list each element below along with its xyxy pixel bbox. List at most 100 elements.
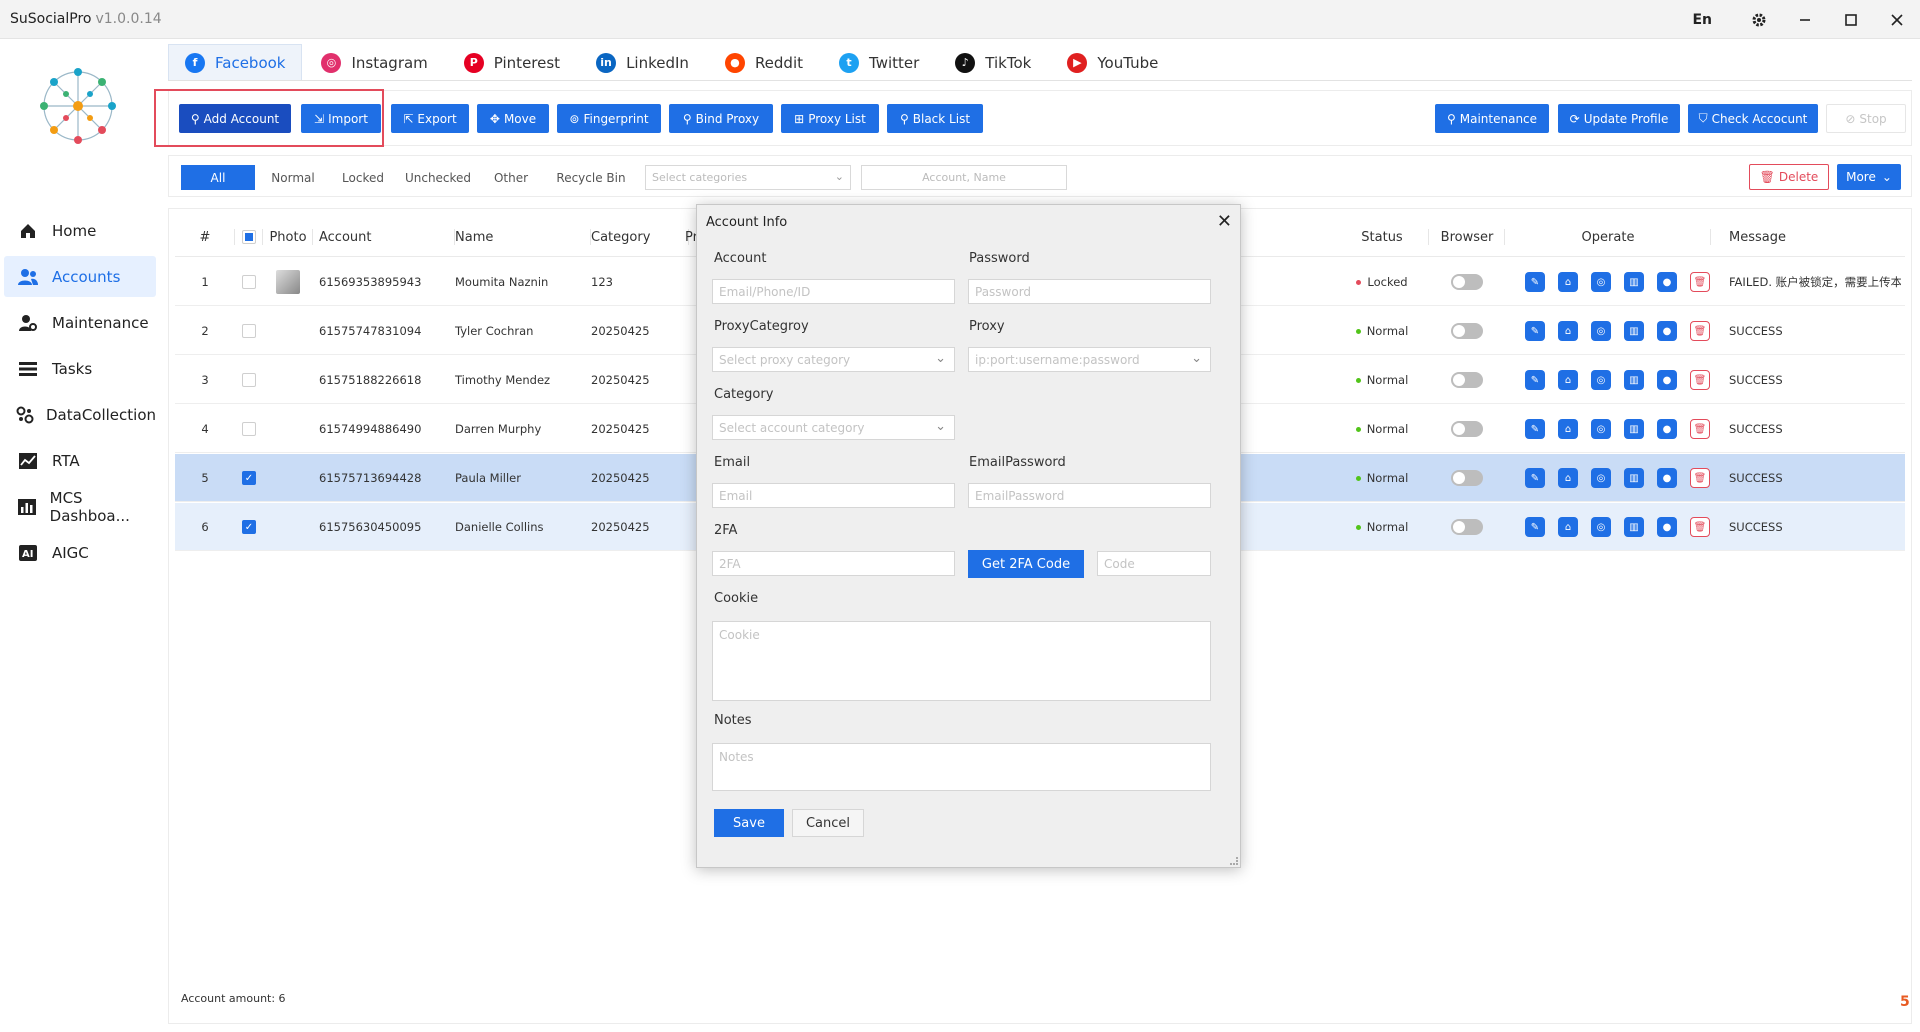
chart-icon[interactable]: ▥ (1624, 517, 1644, 537)
close-icon[interactable]: ✕ (1217, 211, 1232, 232)
fingerprint-button[interactable]: ⊚ Fingerprint (557, 104, 661, 133)
profile-icon[interactable]: ⌂ (1558, 370, 1578, 390)
move-button[interactable]: ✥ Move (477, 104, 549, 133)
maintenance-button[interactable]: ⚲ Maintenance (1435, 104, 1549, 133)
sidebar-item-accounts[interactable]: Accounts (4, 256, 156, 297)
chart-icon[interactable]: ▥ (1624, 370, 1644, 390)
export-button[interactable]: ⇱ Export (391, 104, 469, 133)
chart-icon[interactable]: ▥ (1624, 272, 1644, 292)
trash-icon[interactable]: 🗑 (1690, 517, 1710, 537)
search-input[interactable]: Account, Name (861, 165, 1067, 190)
row-checkbox[interactable] (235, 405, 263, 453)
tab-facebook[interactable]: f Facebook (168, 44, 303, 80)
proxy-category-select[interactable]: Select proxy category ⌄ (712, 347, 955, 372)
filter-tab-normal[interactable]: Normal (261, 165, 325, 190)
scan-icon[interactable]: ◎ (1591, 272, 1611, 292)
account-category-select[interactable]: Select account category ⌄ (712, 415, 955, 440)
minimize-icon[interactable] (1782, 0, 1828, 39)
sidebar-item-tasks[interactable]: Tasks (4, 348, 156, 389)
email-input[interactable]: Email (712, 483, 955, 508)
filter-tab-unchecked[interactable]: Unchecked (401, 165, 475, 190)
trash-icon[interactable]: 🗑 (1690, 419, 1710, 439)
sidebar-item-maintenance[interactable]: Maintenance (4, 302, 156, 343)
col-category[interactable]: Category (591, 217, 689, 257)
edit-icon[interactable]: ✎ (1525, 468, 1545, 488)
record-icon[interactable]: ● (1657, 517, 1677, 537)
profile-icon[interactable]: ⌂ (1558, 468, 1578, 488)
profile-icon[interactable]: ⌂ (1558, 321, 1578, 341)
trash-icon[interactable]: 🗑 (1690, 272, 1710, 292)
black-list-button[interactable]: ⚲ Black List (887, 104, 983, 133)
browser-toggle[interactable] (1429, 307, 1505, 355)
record-icon[interactable]: ● (1657, 321, 1677, 341)
proxy-list-button[interactable]: ⊞ Proxy List (781, 104, 879, 133)
row-checkbox[interactable] (235, 307, 263, 355)
record-icon[interactable]: ● (1657, 419, 1677, 439)
close-icon[interactable] (1874, 0, 1920, 39)
filter-tab-recycle-bin[interactable]: Recycle Bin (547, 165, 635, 190)
select-all-checkbox[interactable] (235, 217, 263, 257)
trash-icon[interactable]: 🗑 (1690, 468, 1710, 488)
filter-tab-other[interactable]: Other (483, 165, 539, 190)
profile-icon[interactable]: ⌂ (1558, 517, 1578, 537)
category-select[interactable]: Select categories ⌄ (645, 165, 851, 190)
tab-linkedin[interactable]: in LinkedIn (579, 44, 706, 80)
stop-button[interactable]: ⊘ Stop (1826, 104, 1906, 133)
scan-icon[interactable]: ◎ (1591, 321, 1611, 341)
more-button[interactable]: More ⌄ (1837, 164, 1901, 190)
chart-icon[interactable]: ▥ (1624, 321, 1644, 341)
row-checkbox[interactable]: ✓ (235, 454, 263, 502)
chart-icon[interactable]: ▥ (1624, 468, 1644, 488)
password-input[interactable]: Password (968, 279, 1211, 304)
cookie-textarea[interactable]: Cookie (712, 621, 1211, 701)
language-switch[interactable]: En (1692, 12, 1712, 28)
col-status[interactable]: Status (1335, 217, 1429, 257)
browser-toggle[interactable] (1429, 503, 1505, 551)
row-checkbox[interactable] (235, 356, 263, 404)
check-account-button[interactable]: ⛉ Check Accocunt (1688, 104, 1818, 133)
update-profile-button[interactable]: ⟳ Update Profile (1558, 104, 1680, 133)
edit-icon[interactable]: ✎ (1525, 419, 1545, 439)
record-icon[interactable]: ● (1657, 272, 1677, 292)
code-input[interactable]: Code (1097, 551, 1211, 576)
tab-reddit[interactable]: ● Reddit (708, 44, 820, 80)
row-checkbox[interactable] (235, 258, 263, 306)
tab-twitter[interactable]: t Twitter (822, 44, 936, 80)
sidebar-item-rta[interactable]: RTA (4, 440, 156, 481)
record-icon[interactable]: ● (1657, 468, 1677, 488)
record-icon[interactable]: ● (1657, 370, 1677, 390)
scan-icon[interactable]: ◎ (1591, 419, 1611, 439)
tab-youtube[interactable]: ▶ YouTube (1050, 44, 1175, 80)
sidebar-item-mcs-dashboard[interactable]: MCS Dashboa... (4, 486, 156, 527)
col-account[interactable]: Account (319, 217, 455, 257)
proxy-select[interactable]: ip:port:username:password ⌄ (968, 347, 1211, 372)
edit-icon[interactable]: ✎ (1525, 272, 1545, 292)
delete-button[interactable]: 🗑 Delete (1749, 164, 1829, 190)
chart-icon[interactable]: ▥ (1624, 419, 1644, 439)
trash-icon[interactable]: 🗑 (1690, 321, 1710, 341)
settings-icon[interactable] (1736, 0, 1782, 39)
browser-toggle[interactable] (1429, 258, 1505, 306)
browser-toggle[interactable] (1429, 356, 1505, 404)
account-input[interactable]: Email/Phone/ID (712, 279, 955, 304)
browser-toggle[interactable] (1429, 454, 1505, 502)
edit-icon[interactable]: ✎ (1525, 370, 1545, 390)
trash-icon[interactable]: 🗑 (1690, 370, 1710, 390)
resize-grip[interactable] (1230, 857, 1238, 865)
filter-tab-all[interactable]: All (181, 165, 255, 190)
get-2fa-code-button[interactable]: Get 2FA Code (968, 550, 1084, 578)
notes-textarea[interactable]: Notes (712, 743, 1211, 791)
sidebar-item-aigc[interactable]: AI AIGC (4, 532, 156, 573)
tab-tiktok[interactable]: ♪ TikTok (938, 44, 1048, 80)
twofa-input[interactable]: 2FA (712, 551, 955, 576)
scan-icon[interactable]: ◎ (1591, 468, 1611, 488)
profile-icon[interactable]: ⌂ (1558, 272, 1578, 292)
browser-toggle[interactable] (1429, 405, 1505, 453)
filter-tab-locked[interactable]: Locked (333, 165, 393, 190)
scan-icon[interactable]: ◎ (1591, 517, 1611, 537)
edit-icon[interactable]: ✎ (1525, 517, 1545, 537)
cancel-button[interactable]: Cancel (792, 809, 864, 837)
edit-icon[interactable]: ✎ (1525, 321, 1545, 341)
maximize-icon[interactable] (1828, 0, 1874, 39)
sidebar-item-datacollection[interactable]: DataCollection (4, 394, 156, 435)
